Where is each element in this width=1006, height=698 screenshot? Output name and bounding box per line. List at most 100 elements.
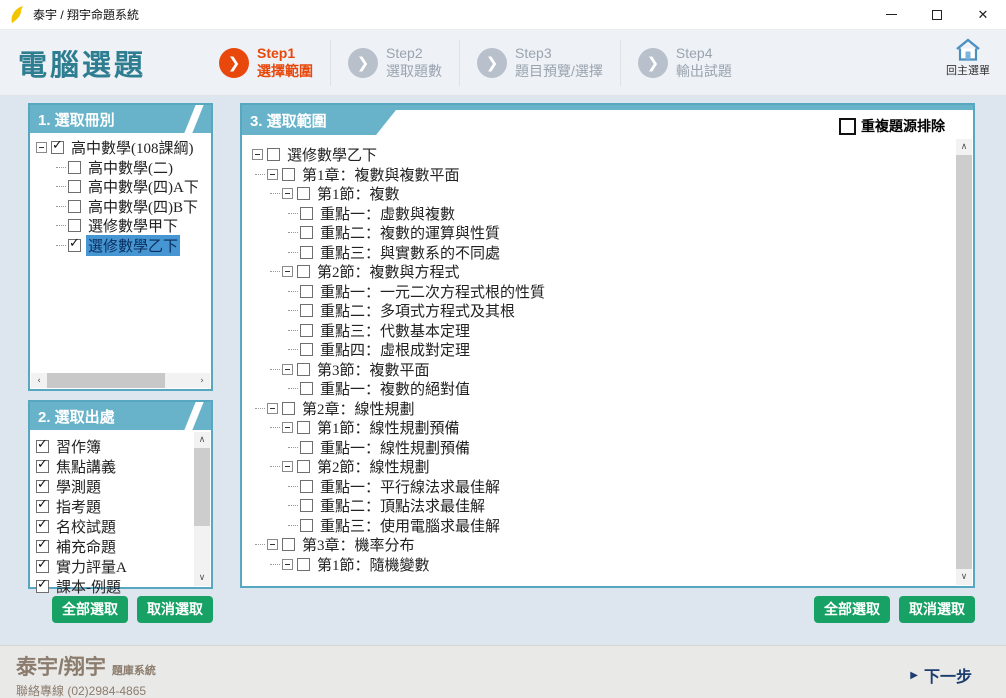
dedupe-option[interactable]: 重複題源排除 <box>839 116 945 136</box>
node-checkbox[interactable] <box>68 161 81 174</box>
tree-node[interactable]: 重點四：虛根成對定理 <box>242 340 973 360</box>
item-checkbox[interactable] <box>36 520 49 533</box>
node-label[interactable]: 第1章：複數與複數平面 <box>300 164 462 185</box>
node-label[interactable]: 第1節：複數 <box>315 183 402 204</box>
tree-node[interactable]: 高中數學(四)A下 <box>30 177 211 197</box>
node-label[interactable]: 高中數學(108課綱) <box>69 137 196 158</box>
tree-node[interactable]: 第1章：複數與複數平面 <box>242 165 973 185</box>
tree-node[interactable]: 重點一：一元二次方程式根的性質 <box>242 282 973 302</box>
node-checkbox[interactable] <box>300 246 313 259</box>
next-step-button[interactable]: ▶ 下一步 <box>910 663 972 687</box>
node-label[interactable]: 重點二：多項式方程式及其根 <box>318 300 517 321</box>
collapse-expander-icon[interactable] <box>282 188 293 199</box>
node-label[interactable]: 第2節：線性規劃 <box>315 456 432 477</box>
node-checkbox[interactable] <box>297 558 310 571</box>
node-label[interactable]: 選修數學乙下 <box>86 235 180 256</box>
node-checkbox[interactable] <box>68 239 81 252</box>
list-item[interactable]: 名校試題 <box>30 516 211 536</box>
node-checkbox[interactable] <box>297 421 310 434</box>
collapse-expander-icon[interactable] <box>282 461 293 472</box>
horizontal-scrollbar[interactable]: ‹ › <box>31 373 210 388</box>
node-label[interactable]: 重點一：線性規劃預備 <box>318 437 472 458</box>
tree-node[interactable]: 重點二：複數的運算與性質 <box>242 223 973 243</box>
scroll-left-icon[interactable]: ‹ <box>31 373 47 389</box>
node-label[interactable]: 第3章：機率分布 <box>300 534 417 555</box>
tree-node[interactable]: 第2節：複數與方程式 <box>242 262 973 282</box>
tree-node[interactable]: 選修數學乙下 <box>242 145 973 165</box>
tree-node[interactable]: 第2節：線性規劃 <box>242 457 973 477</box>
tree-node[interactable]: 重點一：複數的絕對值 <box>242 379 973 399</box>
select-all-button[interactable]: 全部選取 <box>814 596 890 623</box>
node-label[interactable]: 重點三：代數基本定理 <box>318 320 472 341</box>
vertical-scrollbar[interactable]: ∧ ∨ <box>956 139 972 585</box>
list-item[interactable]: 學測題 <box>30 476 211 496</box>
tree-node[interactable]: 重點二：多項式方程式及其根 <box>242 301 973 321</box>
tree-node[interactable]: 重點一：線性規劃預備 <box>242 438 973 458</box>
node-checkbox[interactable] <box>297 265 310 278</box>
select-all-button[interactable]: 全部選取 <box>52 596 128 623</box>
tree-node[interactable]: 高中數學(四)B下 <box>30 197 211 217</box>
node-checkbox[interactable] <box>282 538 295 551</box>
list-item[interactable]: 焦點講義 <box>30 456 211 476</box>
scroll-up-icon[interactable]: ∧ <box>194 432 210 448</box>
tree-node[interactable]: 重點二：頂點法求最佳解 <box>242 496 973 516</box>
tree-node[interactable]: 高中數學(108課綱) <box>30 138 211 158</box>
collapse-expander-icon[interactable] <box>267 539 278 550</box>
node-label[interactable]: 第1節：隨機變數 <box>315 554 432 575</box>
node-label[interactable]: 重點二：頂點法求最佳解 <box>318 495 487 516</box>
node-checkbox[interactable] <box>68 180 81 193</box>
home-button[interactable]: 回主選單 <box>940 38 996 78</box>
node-checkbox[interactable] <box>297 460 310 473</box>
deselect-all-button[interactable]: 取消選取 <box>899 596 975 623</box>
maximize-button[interactable] <box>914 0 960 30</box>
tree-node[interactable]: 第1節：複數 <box>242 184 973 204</box>
node-label[interactable]: 選修數學乙下 <box>285 144 379 165</box>
tree-node[interactable]: 重點一：虛數與複數 <box>242 204 973 224</box>
scroll-down-icon[interactable]: ∨ <box>194 570 210 586</box>
tree-node[interactable]: 重點三：使用電腦求最佳解 <box>242 516 973 536</box>
node-label[interactable]: 重點三：與實數系的不同處 <box>318 242 502 263</box>
node-checkbox[interactable] <box>300 304 313 317</box>
collapse-expander-icon[interactable] <box>282 422 293 433</box>
node-label[interactable]: 第2章：線性規劃 <box>300 398 417 419</box>
node-label[interactable]: 重點四：虛根成對定理 <box>318 339 472 360</box>
node-checkbox[interactable] <box>300 324 313 337</box>
tree-node-selected[interactable]: 選修數學乙下 <box>30 236 211 256</box>
node-label[interactable]: 第1節：線性規劃預備 <box>315 417 462 438</box>
node-checkbox[interactable] <box>300 441 313 454</box>
item-checkbox[interactable] <box>36 560 49 573</box>
node-checkbox[interactable] <box>297 363 310 376</box>
collapse-expander-icon[interactable] <box>282 266 293 277</box>
node-label[interactable]: 重點一：一元二次方程式根的性質 <box>318 281 547 302</box>
item-checkbox[interactable] <box>36 500 49 513</box>
node-label[interactable]: 高中數學(二) <box>86 157 175 178</box>
list-item[interactable]: 補充命題 <box>30 536 211 556</box>
node-checkbox[interactable] <box>68 219 81 232</box>
node-label[interactable]: 選修數學甲下 <box>86 215 180 236</box>
collapse-expander-icon[interactable] <box>282 559 293 570</box>
collapse-expander-icon[interactable] <box>282 364 293 375</box>
collapse-expander-icon[interactable] <box>252 149 263 160</box>
list-item[interactable]: 實力評量A <box>30 556 211 576</box>
node-label[interactable]: 重點三：使用電腦求最佳解 <box>318 515 502 536</box>
node-checkbox[interactable] <box>300 499 313 512</box>
list-item[interactable]: 指考題 <box>30 496 211 516</box>
tree-node[interactable]: 第2章：線性規劃 <box>242 399 973 419</box>
node-label[interactable]: 重點一：虛數與複數 <box>318 203 457 224</box>
list-item[interactable]: 習作簿 <box>30 436 211 456</box>
tree-node[interactable]: 第1節：線性規劃預備 <box>242 418 973 438</box>
node-checkbox[interactable] <box>300 382 313 395</box>
tree-node[interactable]: 第1節：隨機變數 <box>242 555 973 575</box>
tree-node[interactable]: 重點一：平行線法求最佳解 <box>242 477 973 497</box>
node-label[interactable]: 重點一：平行線法求最佳解 <box>318 476 502 497</box>
scrollbar-thumb[interactable] <box>956 155 972 569</box>
node-label[interactable]: 重點一：複數的絕對值 <box>318 378 472 399</box>
close-button[interactable]: ✕ <box>960 0 1006 30</box>
item-checkbox[interactable] <box>36 540 49 553</box>
node-checkbox[interactable] <box>68 200 81 213</box>
node-checkbox[interactable] <box>297 187 310 200</box>
dedupe-checkbox[interactable] <box>839 118 856 135</box>
node-checkbox[interactable] <box>51 141 64 154</box>
item-checkbox[interactable] <box>36 460 49 473</box>
node-label[interactable]: 第3節：複數平面 <box>315 359 432 380</box>
